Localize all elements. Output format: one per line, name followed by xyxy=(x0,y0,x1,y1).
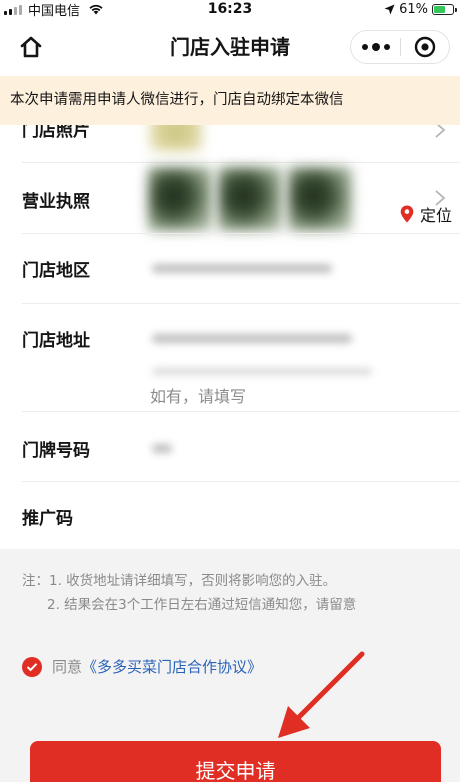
field-promo-code[interactable]: 推广码 xyxy=(0,482,460,549)
annotation-arrow-icon xyxy=(278,651,365,738)
license-photo-1[interactable] xyxy=(148,167,212,231)
field-label: 门牌号码 xyxy=(22,441,90,461)
field-label: 门店地区 xyxy=(22,261,90,281)
store-form: 门店照片 营业执照 门店地区 门店地址 门牌号码 推广码 xyxy=(0,125,460,549)
notes: 注：1. 收货地址请详细填写，否则将影响您的入驻。 2. 结果会在3个工作日左右… xyxy=(22,569,356,617)
note-line-1: 注：1. 收货地址请详细填写，否则将影响您的入驻。 xyxy=(22,573,337,589)
store-photo-thumbnail[interactable] xyxy=(150,125,202,151)
field-label: 推广码 xyxy=(22,509,73,529)
status-right: 61% xyxy=(384,0,457,18)
mini-program-capsule xyxy=(350,30,450,64)
notice-banner: 本次申请需用申请人微信进行，门店自动绑定本微信 xyxy=(0,76,460,125)
more-button[interactable] xyxy=(351,31,400,63)
locate-button[interactable]: 定位 xyxy=(400,202,452,226)
battery-percent: 61% xyxy=(399,1,428,17)
address-line2-blurred xyxy=(152,368,372,375)
note-line-2: 2. 结果会在3个工作日左右通过短信通知您，请留意 xyxy=(47,597,357,613)
battery-icon xyxy=(432,3,457,15)
navigation-bar: 门店入驻申请 xyxy=(0,18,460,76)
agreement-row: 同意 《多多买菜门店合作协议》 xyxy=(22,656,262,677)
field-label: 营业执照 xyxy=(22,192,90,212)
submit-button[interactable]: 提交申请 xyxy=(30,741,441,782)
address-value-blurred xyxy=(152,334,352,343)
more-dots-icon xyxy=(361,44,368,50)
field-label: 门店照片 xyxy=(22,125,90,141)
field-label: 门店地址 xyxy=(22,331,90,351)
field-business-license[interactable]: 营业执照 xyxy=(0,163,460,234)
close-button[interactable] xyxy=(401,31,449,63)
agreement-prefix: 同意 xyxy=(52,658,83,676)
field-store-photo[interactable]: 门店照片 xyxy=(0,125,460,163)
check-icon xyxy=(26,662,38,671)
locate-label: 定位 xyxy=(419,206,452,225)
house-number-blurred xyxy=(152,444,172,453)
battery-fill xyxy=(434,5,445,13)
region-value-blurred xyxy=(152,264,332,273)
agreement-link[interactable]: 《多多买菜门店合作协议》 xyxy=(82,656,262,677)
field-house-number[interactable]: 门牌号码 xyxy=(0,412,460,482)
license-photo-2[interactable] xyxy=(218,167,282,231)
target-close-icon xyxy=(414,36,436,58)
license-photo-3[interactable] xyxy=(288,167,352,231)
promo-code-input[interactable]: 如有，请填写 xyxy=(150,383,246,407)
location-arrow-icon xyxy=(384,4,395,14)
chevron-right-icon xyxy=(435,125,446,138)
agreement-checkbox[interactable] xyxy=(22,656,42,677)
field-store-region[interactable]: 门店地区 xyxy=(0,234,460,304)
status-bar: 中国电信 16:23 61% xyxy=(0,0,460,19)
location-pin-icon xyxy=(400,205,414,223)
